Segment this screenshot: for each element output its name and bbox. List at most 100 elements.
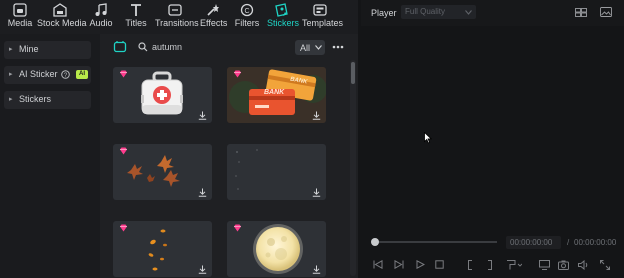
bank-text: BANK [264, 89, 285, 96]
filters-icon: C [240, 3, 254, 17]
current-time-display: 00:00:00:00 [506, 236, 561, 249]
toolbar-label: Stock Media [37, 18, 87, 28]
current-time: 00:00:00:00 [510, 238, 553, 247]
toolbar-label: Stickers [267, 18, 300, 28]
stop-icon[interactable] [435, 260, 444, 269]
svg-text:C: C [244, 8, 249, 15]
scrollbar-thumb[interactable] [351, 62, 355, 84]
audio-icon [95, 3, 107, 16]
sticker-card-falling-leaves[interactable] [113, 221, 212, 277]
toolbar-label: Filters [234, 18, 260, 28]
templates-icon [313, 4, 327, 16]
more-options-button[interactable] [332, 43, 344, 51]
download-icon[interactable] [198, 188, 207, 197]
marker-icon[interactable] [506, 260, 522, 270]
sidebar-item-label: Mine [19, 44, 39, 54]
help-icon[interactable]: ? [61, 70, 70, 79]
sticker-card-full-moon[interactable] [227, 221, 326, 277]
toolbar-item-stickers[interactable]: Stickers [267, 3, 300, 28]
sticker-library-button[interactable] [113, 40, 127, 54]
volume-icon[interactable] [578, 260, 589, 270]
first-aid-kit-icon [141, 71, 183, 115]
premium-gem-icon [120, 224, 127, 232]
scrollbar[interactable] [350, 60, 356, 276]
download-icon[interactable] [312, 111, 321, 120]
filter-dropdown[interactable]: All [295, 40, 325, 55]
mark-in-icon[interactable] [467, 260, 473, 270]
toolbar-label: Titles [125, 18, 147, 28]
toolbar-item-effects[interactable]: Effects [200, 3, 228, 28]
maple-leaves-icon [127, 155, 180, 187]
download-icon[interactable] [312, 188, 321, 197]
toolbar-item-transitions[interactable]: Transitions [155, 3, 199, 28]
download-icon[interactable] [198, 111, 207, 120]
premium-gem-icon [234, 224, 241, 232]
sticker-card-bank-cards[interactable]: BANK BANK [227, 67, 326, 123]
stock-media-icon [53, 3, 67, 17]
sticker-card-first-aid-kit[interactable] [113, 67, 212, 123]
ai-badge: AI [76, 70, 88, 79]
toolbar-item-filters[interactable]: C Filters [234, 3, 260, 28]
player-title: Player [371, 8, 397, 18]
search-value: autumn [152, 42, 183, 52]
quality-dropdown[interactable]: Full Quality [401, 5, 476, 19]
toolbar-label: Templates [302, 18, 344, 28]
toolbar-item-titles[interactable]: Titles [124, 3, 148, 28]
premium-gem-icon [120, 70, 127, 78]
total-time: 00:00:00:00 [574, 238, 617, 247]
snapshot-icon[interactable] [558, 260, 569, 270]
time-separator: / [567, 238, 570, 247]
sticker-card-autumn-leaves[interactable] [113, 144, 212, 200]
more-icon [332, 45, 344, 49]
fullscreen-icon[interactable] [600, 260, 610, 270]
toolbar-label: Transitions [155, 18, 199, 28]
download-icon[interactable] [312, 265, 321, 274]
toolbar-item-audio[interactable]: Audio [88, 3, 114, 28]
sticker-browser: autumn All BANK BANK [100, 34, 358, 278]
falling-leaves-icon [148, 229, 167, 271]
sidebar-item-label: Stickers [19, 94, 52, 104]
chevron-down-icon [465, 10, 472, 15]
chevron-right-icon: ▸ [9, 96, 13, 103]
quality-value: Full Quality [405, 7, 446, 16]
sidebar-item-label: AI Sticker [19, 69, 58, 79]
top-toolbar: Media Stock Media Audio Titles Transitio… [0, 0, 358, 34]
toolbar-item-templates[interactable]: Templates [302, 3, 344, 28]
premium-gem-icon [234, 70, 241, 78]
previous-frame-icon[interactable] [373, 260, 383, 269]
sticker-category-sidebar: ▸ Mine ▸ AI Sticker ? AI ▸ Stickers [0, 34, 100, 278]
play-icon[interactable] [416, 260, 425, 269]
sidebar-item-mine[interactable]: ▸ Mine [4, 41, 91, 59]
titles-icon [131, 4, 141, 16]
toolbar-item-stock-media[interactable]: Stock Media [37, 3, 87, 28]
chevron-down-icon [315, 45, 322, 50]
image-icon[interactable] [600, 7, 612, 17]
next-frame-icon[interactable] [394, 260, 404, 269]
full-moon-icon [253, 224, 303, 274]
sticker-library-icon [113, 41, 127, 53]
sidebar-item-ai-sticker[interactable]: ▸ AI Sticker ? AI [4, 66, 91, 84]
mark-out-icon[interactable] [487, 260, 493, 270]
transitions-icon [168, 4, 182, 16]
search-icon [138, 42, 148, 52]
sticker-card-sparkles[interactable] [227, 144, 326, 200]
toolbar-item-media[interactable]: Media [6, 3, 34, 28]
sidebar-item-stickers[interactable]: ▸ Stickers [4, 91, 91, 109]
toolbar-label: Media [7, 18, 33, 28]
display-settings-icon[interactable] [539, 260, 550, 270]
toolbar-label: Effects [200, 18, 228, 28]
preview-canvas[interactable] [361, 26, 624, 232]
download-icon[interactable] [198, 265, 207, 274]
playhead-handle[interactable] [371, 238, 379, 246]
toolbar-label: Audio [89, 18, 113, 28]
playback-progress-track[interactable] [375, 241, 497, 243]
effects-icon [207, 4, 219, 16]
player-header: Player Full Quality [361, 0, 624, 26]
search-input[interactable]: autumn [134, 39, 288, 55]
chevron-right-icon: ▸ [9, 71, 13, 78]
chevron-right-icon: ▸ [9, 46, 13, 53]
stickers-icon [275, 3, 288, 17]
mouse-cursor-icon [424, 132, 432, 144]
filter-value: All [300, 43, 311, 53]
grid-view-icon[interactable] [575, 8, 587, 17]
